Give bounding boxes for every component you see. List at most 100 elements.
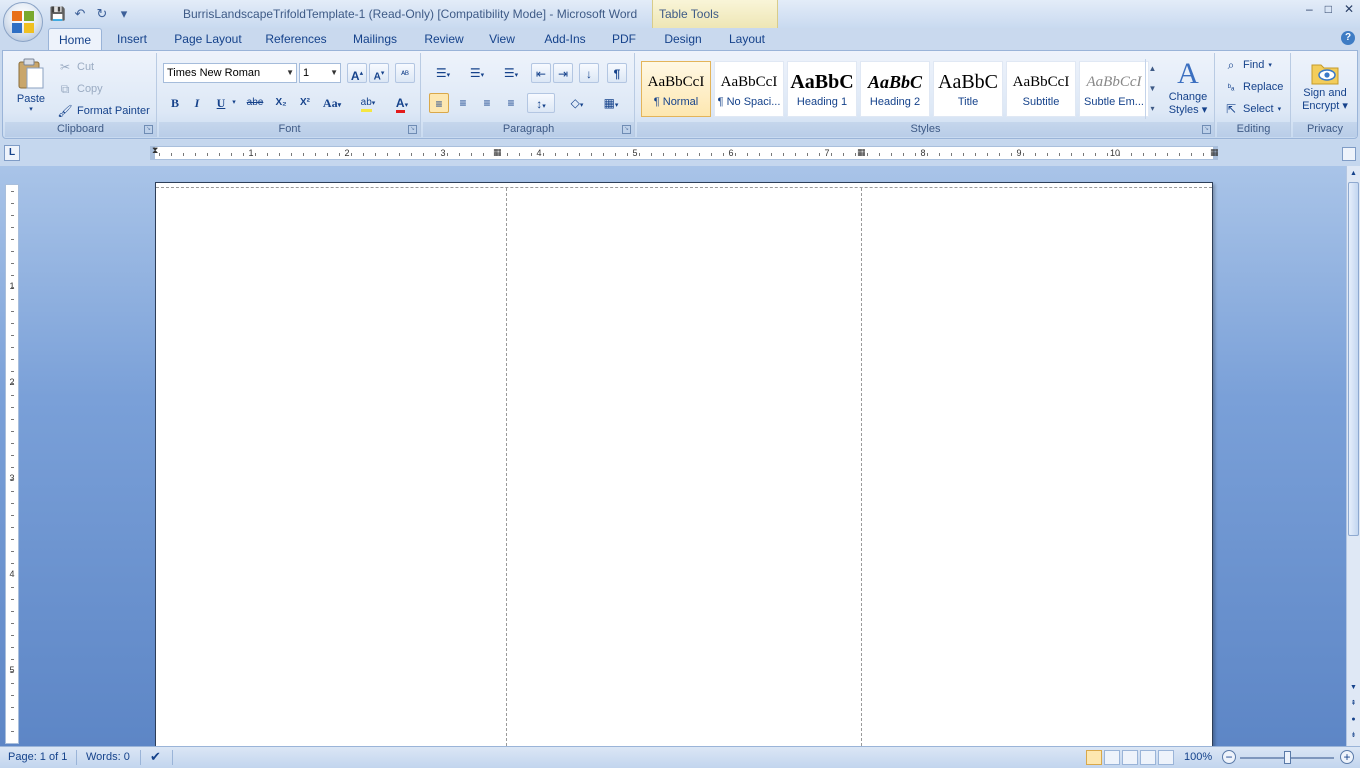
style-subtle-emphasis[interactable]: AaBbCcI Subtle Em...	[1079, 61, 1149, 117]
view-ruler-button[interactable]	[1342, 147, 1356, 161]
style-subtitle[interactable]: AaBbCcI Subtitle	[1006, 61, 1076, 117]
tab-references[interactable]: References	[260, 28, 332, 50]
borders-button[interactable]: ▦▾	[597, 93, 625, 113]
close-button[interactable]: ✕	[1344, 2, 1354, 16]
font-color-button[interactable]: A▾	[387, 93, 417, 113]
column-marker[interactable]: ▦	[857, 147, 866, 158]
gallery-up-icon[interactable]: ▲	[1146, 59, 1159, 79]
zoom-slider-thumb[interactable]	[1284, 751, 1291, 764]
save-icon[interactable]: 💾	[50, 6, 66, 22]
underline-dropdown-icon[interactable]: ▾	[229, 93, 239, 113]
tab-add-ins[interactable]: Add-Ins	[536, 28, 594, 50]
tab-view[interactable]: View	[482, 28, 522, 50]
help-icon[interactable]: ?	[1341, 31, 1355, 45]
right-indent-marker[interactable]: ▦	[1210, 147, 1219, 158]
zoom-level[interactable]: 100%	[1184, 751, 1212, 763]
first-line-indent-marker[interactable]: ⧗	[152, 145, 158, 156]
bullets-button[interactable]: ☰▾	[429, 63, 457, 83]
font-family-select[interactable]: Times New Roman ▼	[163, 63, 297, 83]
align-right-button[interactable]: ≡	[477, 93, 497, 113]
justify-button[interactable]: ≡	[501, 93, 521, 113]
bold-button[interactable]: B	[165, 93, 185, 113]
styles-dialog-launcher-icon[interactable]: ↘	[1202, 125, 1211, 134]
proofing-icon[interactable]: ✔	[150, 749, 161, 765]
table-cell-panel-2[interactable]	[506, 188, 861, 746]
table-cell-panel-3[interactable]	[861, 188, 1213, 746]
scroll-up-icon[interactable]: ▲	[1348, 168, 1359, 180]
line-spacing-button[interactable]: ↕▾	[527, 93, 555, 113]
tab-selector-button[interactable]: L	[4, 145, 20, 161]
tab-design[interactable]: Design	[656, 28, 710, 50]
undo-icon[interactable]: ↶	[72, 6, 88, 22]
multilevel-list-button[interactable]: ☰▾	[497, 63, 525, 83]
outline-view-button[interactable]	[1140, 750, 1156, 765]
align-left-button[interactable]: ≡	[429, 93, 449, 113]
font-dialog-launcher-icon[interactable]: ↘	[408, 125, 417, 134]
customize-qat-icon[interactable]: ▾	[116, 6, 132, 22]
decrease-indent-button[interactable]: ⇤	[531, 63, 551, 83]
tab-page-layout[interactable]: Page Layout	[168, 28, 248, 50]
copy-button[interactable]: ⧉ Copy	[57, 81, 103, 97]
strikethrough-button[interactable]: abe	[245, 93, 265, 113]
shading-button[interactable]: ◇▾	[563, 93, 591, 113]
shrink-font-button[interactable]: A▾	[369, 63, 389, 83]
minimize-button[interactable]: –	[1306, 2, 1313, 16]
superscript-button[interactable]: X²	[295, 93, 315, 113]
web-layout-view-button[interactable]	[1122, 750, 1138, 765]
style-title[interactable]: AaBbC Title	[933, 61, 1003, 117]
select-button[interactable]: ⇱ Select ▾	[1223, 101, 1281, 117]
previous-page-icon[interactable]: ⇞	[1348, 698, 1359, 710]
page-count[interactable]: Page: 1 of 1	[8, 751, 67, 763]
format-painter-button[interactable]: 🖌 Format Painter	[57, 103, 149, 119]
increase-indent-button[interactable]: ⇥	[553, 63, 573, 83]
font-size-select[interactable]: 1 ▼	[299, 63, 341, 83]
tab-layout[interactable]: Layout	[720, 28, 774, 50]
style-normal[interactable]: AaBbCcI ¶ Normal	[641, 61, 711, 117]
select-browse-object-icon[interactable]: ●	[1348, 714, 1359, 726]
subscript-button[interactable]: X₂	[271, 93, 291, 113]
horizontal-ruler[interactable]: 1 2 3 4 5 6 7 8 9 10 ⧗ ▦ ▦ ▦	[150, 145, 1219, 160]
tab-insert[interactable]: Insert	[108, 28, 156, 50]
find-button[interactable]: ⌕ Find ▾	[1223, 57, 1272, 73]
scroll-down-icon[interactable]: ▼	[1348, 682, 1359, 694]
center-button[interactable]: ≡	[453, 93, 473, 113]
style-no-spacing[interactable]: AaBbCcI ¶ No Spaci...	[714, 61, 784, 117]
sign-and-encrypt-button[interactable]: Sign and Encrypt ▾	[1297, 57, 1353, 112]
tab-home[interactable]: Home	[48, 28, 102, 50]
text-highlight-button[interactable]: ab▾	[353, 93, 383, 113]
italic-button[interactable]: I	[187, 93, 207, 113]
show-hide-marks-button[interactable]: ¶	[607, 63, 627, 83]
grow-font-button[interactable]: A▴	[347, 63, 367, 83]
draft-view-button[interactable]	[1158, 750, 1174, 765]
redo-icon[interactable]: ↻	[94, 6, 110, 22]
sort-button[interactable]: ↓	[579, 63, 599, 83]
clear-formatting-button[interactable]: ᴬᴮ	[395, 63, 415, 83]
clipboard-dialog-launcher-icon[interactable]: ↘	[144, 125, 153, 134]
gallery-more-icon[interactable]: ▾	[1146, 99, 1159, 119]
change-styles-button[interactable]: A Change Styles ▾	[1165, 57, 1211, 116]
replace-button[interactable]: ᵇₐ Replace	[1223, 79, 1284, 95]
tab-review[interactable]: Review	[418, 28, 470, 50]
cut-button[interactable]: ✂ Cut	[57, 59, 94, 75]
print-layout-view-button[interactable]	[1086, 750, 1102, 765]
tab-pdf[interactable]: PDF	[606, 28, 642, 50]
paragraph-dialog-launcher-icon[interactable]: ↘	[622, 125, 631, 134]
word-count[interactable]: Words: 0	[86, 751, 130, 763]
table-cell-panel-1[interactable]	[156, 188, 506, 746]
maximize-button[interactable]: □	[1325, 2, 1332, 16]
tab-mailings[interactable]: Mailings	[344, 28, 406, 50]
zoom-out-button[interactable]: −	[1222, 750, 1236, 764]
office-button[interactable]	[3, 2, 43, 42]
paste-dropdown-icon[interactable]: ▾	[29, 106, 33, 113]
full-screen-reading-view-button[interactable]	[1104, 750, 1120, 765]
vertical-scrollbar[interactable]: ▲ ▼ ⇞ ● ⇟	[1346, 166, 1360, 746]
vertical-ruler[interactable]: 1 2 3 4 5	[5, 184, 19, 744]
zoom-in-button[interactable]: +	[1340, 750, 1354, 764]
change-case-button[interactable]: Aa▾	[319, 93, 345, 113]
next-page-icon[interactable]: ⇟	[1348, 730, 1359, 742]
style-heading-1[interactable]: AaBbC Heading 1	[787, 61, 857, 117]
style-heading-2[interactable]: AaBbC Heading 2	[860, 61, 930, 117]
gallery-down-icon[interactable]: ▼	[1146, 79, 1159, 99]
document-page[interactable]	[155, 182, 1213, 746]
paste-button[interactable]: Paste ▾	[11, 57, 51, 113]
